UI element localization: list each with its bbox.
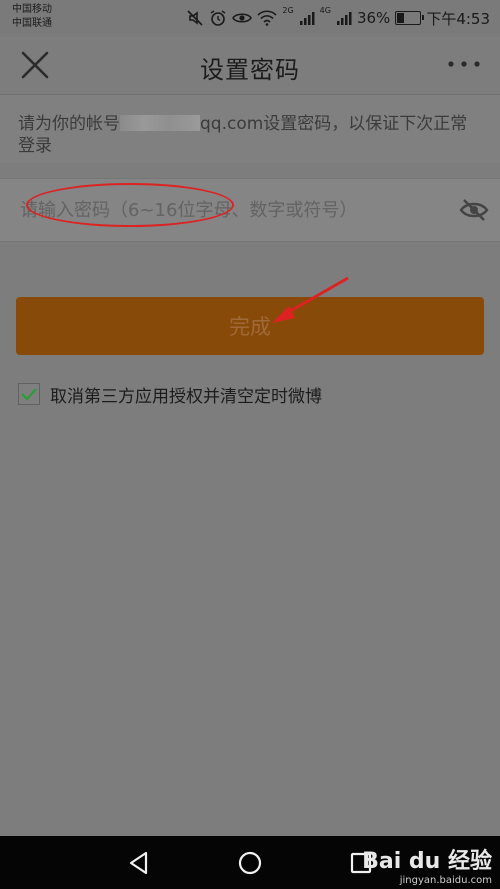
back-triangle-icon (129, 851, 148, 875)
battery-icon (395, 11, 425, 25)
battery-percent: 36% (356, 9, 391, 27)
annotation-ellipse (26, 183, 234, 227)
wifi-icon (257, 10, 277, 26)
more-icon (448, 61, 480, 67)
signal-icon-2 (336, 12, 352, 25)
clock: 下午4:53 (426, 9, 490, 28)
notice-prefix: 请为你的帐号 (18, 114, 120, 134)
home-circle-icon (238, 851, 262, 875)
checkmark-icon (21, 388, 37, 401)
page-title: 设置密码 (200, 56, 300, 84)
revoke-option[interactable]: 取消第三方应用授权并清空定时微博 (18, 380, 322, 408)
notice-text: 请为你的帐号 qq.com设置密码，以保证下次正常登录 (18, 113, 482, 157)
watermark-brand: Bai du 经验 (362, 849, 492, 874)
watermark-url: jingyan.baidu.com (399, 875, 492, 886)
redacted-account (120, 115, 200, 131)
nav-bar: 设置密码 (0, 36, 500, 95)
revoke-checkbox[interactable] (18, 383, 40, 405)
net-type-2: 4G (319, 6, 331, 15)
back-key[interactable] (124, 848, 154, 878)
signal-icon-1 (299, 12, 315, 25)
carrier-1: 中国移动 (12, 4, 52, 15)
done-button[interactable]: 完成 (16, 297, 484, 355)
carrier-2: 中国联通 (12, 18, 52, 29)
eye-off-icon (459, 199, 489, 221)
revoke-label: 取消第三方应用授权并清空定时微博 (50, 386, 322, 407)
password-visibility-toggle[interactable] (458, 194, 490, 226)
notice-panel: 请为你的帐号 qq.com设置密码，以保证下次正常登录 (0, 95, 500, 163)
net-type-1: 2G (282, 6, 294, 15)
mute-icon (187, 10, 203, 26)
more-button[interactable] (446, 54, 482, 74)
watermark: Bai du 经验 jingyan.baidu.com (362, 849, 492, 887)
status-bar: 中国移动 中国联通 2G 4G 36% 下午4:53 (0, 0, 500, 36)
home-key[interactable] (235, 848, 265, 878)
eye-icon (232, 13, 253, 23)
alarm-icon (210, 10, 226, 26)
system-nav-bar: Bai du 经验 jingyan.baidu.com (0, 836, 500, 889)
status-icons: 2G 4G 36% 下午4:53 (186, 7, 490, 29)
